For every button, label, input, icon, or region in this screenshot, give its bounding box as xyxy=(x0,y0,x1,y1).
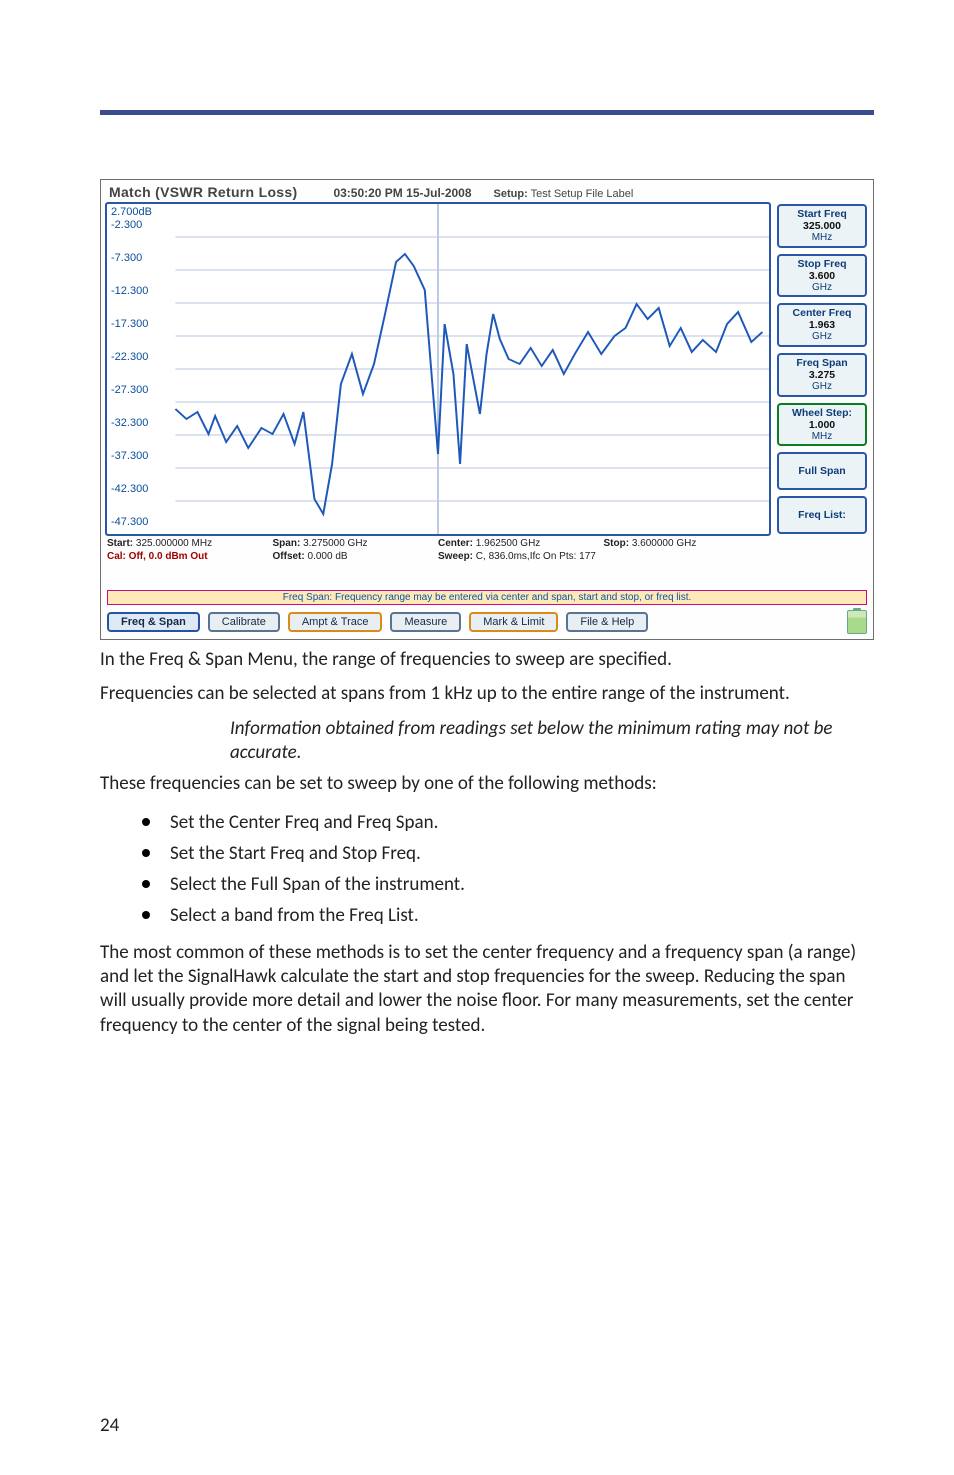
doc-paragraph: The most common of these methods is to s… xyxy=(100,941,874,1038)
doc-bullet: Set the Start Freq and Stop Freq. xyxy=(170,838,874,869)
ytick: -2.300 xyxy=(111,219,142,231)
softkey-head: Stop Freq xyxy=(782,258,862,270)
cal-status: Cal: Off, 0.0 dBm Out xyxy=(107,551,208,562)
softkey-value: 3.275 xyxy=(809,369,835,381)
softkey-stop-freq[interactable]: Stop Freq3.600GHz xyxy=(777,254,867,298)
tab-calibrate[interactable]: Calibrate xyxy=(208,612,280,632)
stop-value: 3.600000 GHz xyxy=(632,538,697,549)
doc-paragraph: Frequencies can be selected at spans fro… xyxy=(100,682,874,706)
span-value: 3.275000 GHz xyxy=(303,538,368,549)
softkey-label: Freq List: xyxy=(798,509,846,521)
span-label: Span: xyxy=(273,538,301,549)
setup-label-group: Setup: Test Setup File Label xyxy=(494,188,634,200)
bottom-tab-row: Freq & Span Calibrate Ampt & Trace Measure M… xyxy=(101,608,873,639)
softkey-column: Start Freq325.000MHzStop Freq3.600GHzCen… xyxy=(777,202,867,578)
softkey-center-freq[interactable]: Center Freq1.963GHz xyxy=(777,303,867,347)
ytick: -22.300 xyxy=(111,351,148,363)
ytick: -32.300 xyxy=(111,417,148,429)
tab-measure[interactable]: Measure xyxy=(390,612,461,632)
offset-label: Offset: xyxy=(273,551,305,562)
offset-value: 0.000 dB xyxy=(308,551,348,562)
measurement-mode: Match (VSWR Return Loss) xyxy=(109,184,297,200)
battery-icon xyxy=(847,610,867,634)
softkey-unit: MHz xyxy=(782,232,862,244)
sweep-value: C, 836.0ms,Ifc On Pts: 177 xyxy=(476,551,596,562)
tab-freq-span[interactable]: Freq & Span xyxy=(107,612,200,632)
softkey-unit: GHz xyxy=(782,381,862,393)
softkey-unit: MHz xyxy=(782,431,862,443)
softkey-value: 325.000 xyxy=(803,220,841,232)
ytick: -47.300 xyxy=(111,516,148,528)
softkey-head: Center Freq xyxy=(782,307,862,319)
stop-label: Stop: xyxy=(604,538,630,549)
tab-mark-limit[interactable]: Mark & Limit xyxy=(469,612,558,632)
ytick: 2.700dB xyxy=(111,206,152,218)
ytick: -42.300 xyxy=(111,483,148,495)
ytick: -17.300 xyxy=(111,318,148,330)
softkey-value: 3.600 xyxy=(809,270,835,282)
softkey-freq-span[interactable]: Freq Span3.275GHz xyxy=(777,353,867,397)
softkey-head: Start Freq xyxy=(782,208,862,220)
doc-italic-note: Information obtained from readings set b… xyxy=(100,717,874,765)
softkey-blank xyxy=(777,540,867,578)
hint-bar: Freq Span: Frequency range may be entere… xyxy=(107,590,867,605)
softkey-head: Wheel Step: xyxy=(782,407,862,419)
setup-value: Test Setup File Label xyxy=(531,188,634,200)
softkey-freq-list-[interactable]: Freq List: xyxy=(777,496,867,534)
tab-ampt-trace[interactable]: Ampt & Trace xyxy=(288,612,383,632)
header-rule xyxy=(100,110,874,115)
start-value: 325.000000 MHz xyxy=(136,538,212,549)
softkey-start-freq[interactable]: Start Freq325.000MHz xyxy=(777,204,867,248)
setup-label: Setup: xyxy=(494,188,528,200)
softkey-full-span[interactable]: Full Span xyxy=(777,452,867,490)
softkey-value: 1.000 xyxy=(809,419,835,431)
clock: 03:50:20 PM 15-Jul-2008 xyxy=(333,186,471,200)
softkey-unit: GHz xyxy=(782,331,862,343)
sweep-label: Sweep: xyxy=(438,551,473,562)
doc-paragraph: These frequencies can be set to sweep by… xyxy=(100,772,874,796)
doc-bullet: Select a band from the Freq List. xyxy=(170,900,874,931)
doc-bullet: Select the Full Span of the instrument. xyxy=(170,869,874,900)
plot-status-row: Start: 325.000000 MHz Cal: Off, 0.0 dBm … xyxy=(105,536,771,563)
softkey-wheel-step-[interactable]: Wheel Step:1.000MHz xyxy=(777,403,867,447)
ytick: -27.300 xyxy=(111,384,148,396)
softkey-label: Full Span xyxy=(798,465,845,477)
ytick: -12.300 xyxy=(111,285,148,297)
center-label: Center: xyxy=(438,538,473,549)
start-label: Start: xyxy=(107,538,133,549)
doc-paragraph: In the Freq & Span Menu, the range of fr… xyxy=(100,648,874,672)
doc-bullet: Set the Center Freq and Freq Span. xyxy=(170,807,874,838)
instrument-screenshot: Match (VSWR Return Loss) 03:50:20 PM 15-… xyxy=(100,179,874,640)
softkey-head: Freq Span xyxy=(782,357,862,369)
center-value: 1.962500 GHz xyxy=(476,538,541,549)
ytick: -7.300 xyxy=(111,252,142,264)
doc-bullet-list: Set the Center Freq and Freq Span.Set th… xyxy=(100,807,874,931)
softkey-value: 1.963 xyxy=(809,319,835,331)
trace-plot: 2.700dB -2.300 -7.300 -12.300 -17.300 -2… xyxy=(105,202,771,536)
tab-file-help[interactable]: File & Help xyxy=(566,612,648,632)
page-number: 24 xyxy=(100,1414,119,1437)
ytick: -37.300 xyxy=(111,450,148,462)
softkey-unit: GHz xyxy=(782,282,862,294)
